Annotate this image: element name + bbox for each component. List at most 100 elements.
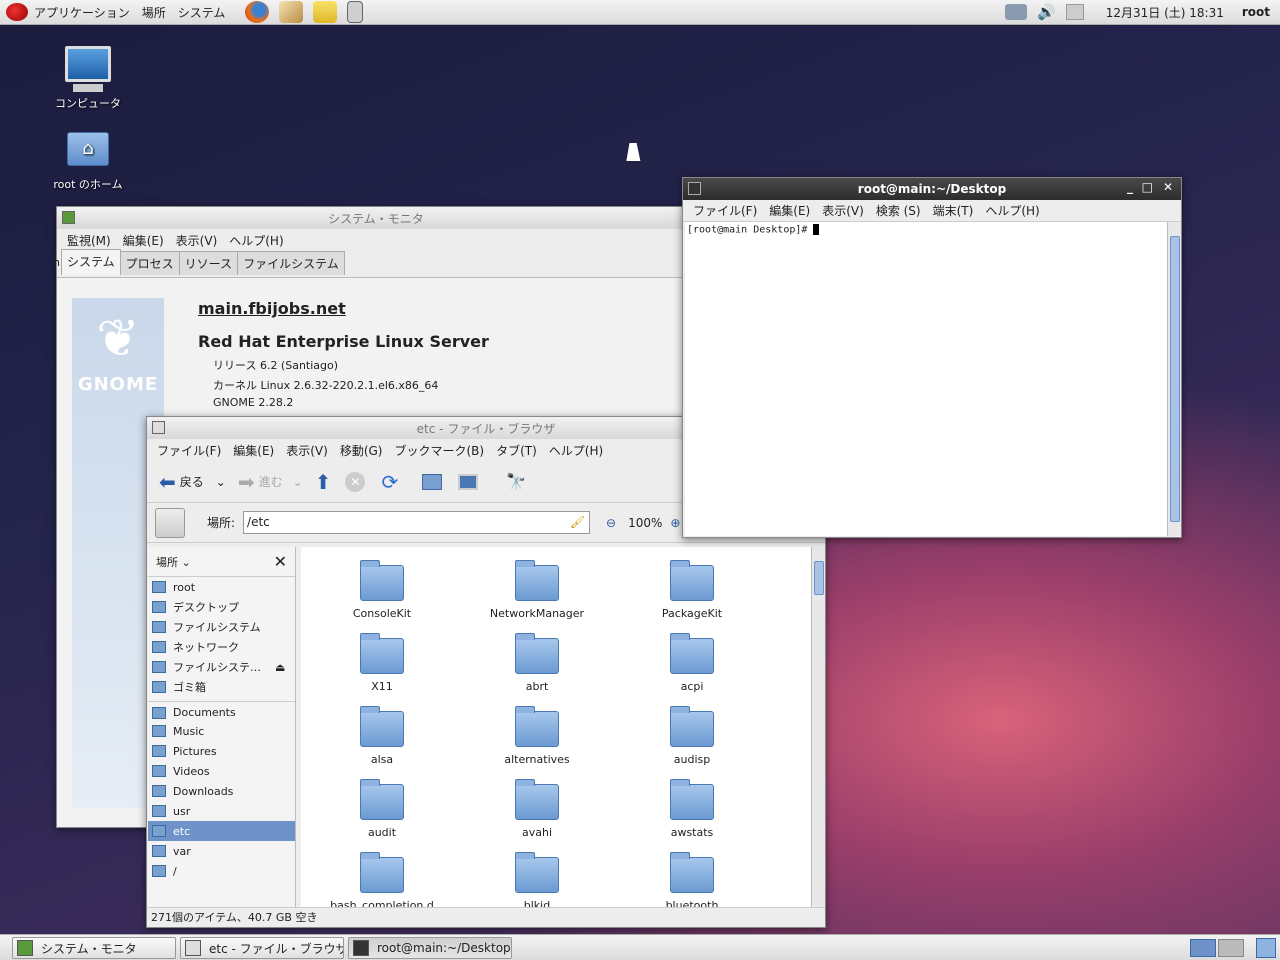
sidebar-item[interactable]: Downloads — [148, 781, 295, 801]
terminal-scroll-thumb[interactable] — [1170, 236, 1180, 522]
applications-menu[interactable]: アプリケーション — [28, 4, 136, 21]
forward-button[interactable]: ➡ 進む ⌄ — [238, 470, 303, 494]
file-cabinet-icon[interactable] — [347, 1, 364, 23]
fb-menu-view[interactable]: 表示(V) — [280, 442, 334, 459]
term-menu-view[interactable]: 表示(V) — [816, 202, 870, 219]
stop-icon[interactable]: ✕ — [345, 471, 366, 492]
folder-item[interactable]: acpi — [617, 633, 767, 693]
sidebar-item[interactable]: root — [148, 577, 295, 597]
workspace-1[interactable] — [1190, 939, 1216, 957]
trash-icon[interactable] — [1256, 938, 1276, 958]
clock[interactable]: 12月31日 (土) 18:31 — [1106, 4, 1224, 21]
file-view-scroll-thumb[interactable] — [814, 561, 824, 595]
fb-menu-file[interactable]: ファイル(F) — [151, 442, 227, 459]
folder-item[interactable]: blkid — [462, 852, 612, 907]
zoom-in-icon[interactable]: ⊕ — [670, 516, 680, 530]
folder-item[interactable]: abrt — [462, 633, 612, 693]
fb-menu-go[interactable]: 移動(G) — [334, 442, 389, 459]
sidebar-item[interactable]: Videos — [148, 761, 295, 781]
printer-icon[interactable] — [1065, 4, 1084, 20]
fb-menu-help[interactable]: ヘルプ(H) — [543, 442, 609, 459]
reload-icon[interactable]: ⟳ — [381, 470, 398, 494]
folder-item[interactable]: PackageKit — [617, 560, 767, 620]
desktop-home[interactable]: ⌂ root のホーム — [43, 132, 133, 192]
tab-system[interactable]: システム — [61, 249, 121, 275]
text-editor-icon[interactable] — [313, 1, 338, 23]
mail-client-icon[interactable] — [279, 1, 304, 23]
clear-broom-icon[interactable]: 🖌 — [570, 512, 585, 533]
volume-icon[interactable]: 🔊 — [1037, 3, 1056, 21]
home-icon[interactable] — [422, 473, 443, 490]
menu-help[interactable]: ヘルプ(H) — [223, 232, 289, 249]
location-edit-toggle-icon[interactable] — [155, 507, 185, 538]
location-input[interactable]: /etc 🖌 — [243, 511, 591, 534]
terminal-screen[interactable]: [root@main Desktop]# — [685, 222, 1167, 536]
fb-menu-edit[interactable]: 編集(E) — [227, 442, 280, 459]
firefox-icon[interactable] — [245, 1, 270, 23]
tab-processes[interactable]: プロセス — [119, 251, 180, 275]
sidebar-item[interactable]: Pictures — [148, 741, 295, 761]
term-menu-file[interactable]: ファイル(F) — [687, 202, 763, 219]
sidebar-item[interactable]: Music — [148, 721, 295, 741]
terminal-scrollbar[interactable] — [1167, 222, 1181, 536]
sidebar-item[interactable]: ファイルシステム — [148, 617, 295, 637]
term-menu-search[interactable]: 検索 (S) — [870, 202, 927, 219]
workspace-2[interactable] — [1218, 939, 1244, 957]
fb-menu-tabs[interactable]: タブ(T) — [490, 442, 543, 459]
system-menu[interactable]: システム — [172, 4, 232, 21]
eject-icon[interactable]: ⏏ — [275, 661, 285, 674]
search-binoculars-icon[interactable]: 🔭 — [506, 472, 526, 491]
folder-item[interactable]: ConsoleKit — [307, 560, 457, 620]
sidebar-item[interactable]: var — [148, 841, 295, 861]
term-menu-edit[interactable]: 編集(E) — [763, 202, 816, 219]
sidebar-item[interactable]: etc — [148, 821, 295, 841]
sidebar-item[interactable]: / — [148, 861, 295, 881]
folder-item[interactable]: bash_completion.d — [307, 852, 457, 907]
close-icon[interactable]: ✕ — [1163, 180, 1173, 194]
desktop-computer[interactable]: コンピュータ — [43, 46, 133, 111]
user-name[interactable]: root — [1242, 5, 1270, 19]
task-file-browser[interactable]: etc - ファイル・ブラウザ — [180, 937, 344, 959]
task-terminal[interactable]: root@main:~/Desktop — [348, 937, 512, 959]
redhat-logo-icon[interactable] — [6, 3, 28, 21]
tab-resources[interactable]: リソース — [178, 251, 239, 275]
network-status-icon[interactable] — [1005, 4, 1028, 20]
menu-edit[interactable]: 編集(E) — [117, 232, 170, 249]
folder-item[interactable]: alternatives — [462, 706, 612, 766]
file-view-scrollbar[interactable] — [811, 547, 825, 907]
menu-monitor[interactable]: 監視(M) — [61, 232, 117, 249]
folder-item[interactable]: bluetooth — [617, 852, 767, 907]
folder-item[interactable]: X11 — [307, 633, 457, 693]
places-menu[interactable]: 場所 — [136, 4, 172, 21]
folder-item[interactable]: NetworkManager — [462, 560, 612, 620]
folder-item[interactable]: alsa — [307, 706, 457, 766]
sidebar-item[interactable]: Documents — [148, 701, 295, 721]
sidebar-item[interactable]: usr — [148, 801, 295, 821]
folder-item[interactable]: avahi — [462, 779, 612, 839]
sidebar-close-icon[interactable]: ✕ — [274, 552, 287, 571]
folder-item[interactable]: awstats — [617, 779, 767, 839]
sidebar-item[interactable]: ネットワーク — [148, 637, 295, 657]
back-history-chevron-icon[interactable]: ⌄ — [216, 475, 226, 489]
sidebar-item[interactable]: デスクトップ — [148, 597, 295, 617]
term-menu-terminal[interactable]: 端末(T) — [927, 202, 980, 219]
zoom-out-icon[interactable]: ⊖ — [606, 516, 616, 530]
computer-icon[interactable] — [458, 473, 479, 490]
forward-history-chevron-icon[interactable]: ⌄ — [293, 475, 303, 489]
term-menu-help[interactable]: ヘルプ(H) — [979, 202, 1045, 219]
fb-menu-bookmarks[interactable]: ブックマーク(B) — [388, 442, 490, 459]
menu-view[interactable]: 表示(V) — [170, 232, 224, 249]
sidebar-item[interactable]: ファイルシステ… ⏏ — [148, 657, 295, 677]
sidebar-item[interactable]: ゴミ箱 — [148, 677, 295, 697]
maximize-icon[interactable]: □ — [1142, 180, 1153, 194]
terminal-titlebar[interactable]: root@main:~/Desktop _ □ ✕ — [683, 178, 1181, 200]
system-monitor-titlebar[interactable]: システム・モニタ — [57, 207, 695, 229]
sidebar-title-dropdown[interactable]: 場所 ⌄ — [156, 554, 191, 570]
task-system-monitor[interactable]: システム・モニタ — [12, 937, 176, 959]
folder-item[interactable]: audit — [307, 779, 457, 839]
up-arrow-icon[interactable]: ⬆ — [315, 470, 332, 494]
back-button[interactable]: ⬅ 戻る ⌄ — [159, 470, 226, 494]
tab-filesystems[interactable]: ファイルシステム — [237, 251, 345, 275]
folder-item[interactable]: audisp — [617, 706, 767, 766]
minimize-icon[interactable]: _ — [1127, 180, 1133, 194]
